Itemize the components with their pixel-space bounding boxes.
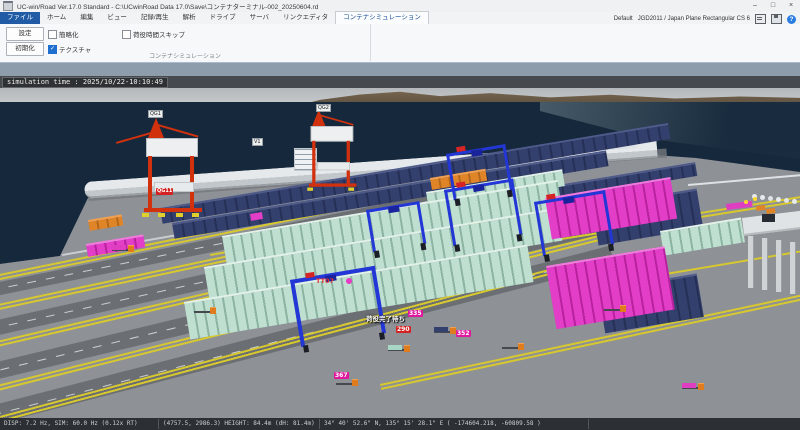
truck-id-badge: 335 [408, 310, 423, 317]
crane-foot [307, 188, 313, 191]
truck-status-label: 荷役完了待ち [366, 316, 405, 323]
terminal-truck [434, 326, 456, 334]
status-position-height: (4757.5, 2986.3) HEIGHT: 84.4m (dH: 81.4… [159, 419, 320, 429]
pier-vehicle [762, 214, 775, 222]
toolbar-band [0, 62, 800, 77]
quay-crane-right [304, 108, 361, 193]
crane-id-label: QG1 [148, 110, 163, 118]
checkbox-icon[interactable] [122, 30, 131, 39]
container-simulation-group: 設定 初期化 簡略化 ✓ テクスチャ 荷役時間スキップ コンテナシミュレーション [0, 24, 371, 61]
window-title: UC-win/Road Ver.17.0 Standard - C:\UCwin… [17, 1, 318, 11]
ribbon-panel: 設定 初期化 簡略化 ✓ テクスチャ 荷役時間スキップ コンテナシミュレーション [0, 24, 800, 63]
terminal-truck [388, 344, 410, 352]
pier-leg [776, 240, 782, 292]
pier-leg [748, 236, 754, 288]
coordinate-system-label: JGD2011 / Japan Plane Rectangular CS 6 [638, 16, 750, 22]
terminal-truck [336, 378, 358, 386]
crane-apex [312, 110, 325, 126]
help-icon[interactable]: ? [787, 15, 796, 24]
tab-server[interactable]: サーバ [243, 12, 276, 24]
crane-girder [317, 162, 350, 170]
keyboard-icon[interactable] [755, 14, 766, 24]
minimize-button[interactable]: – [746, 0, 764, 12]
truck-id-badge: 367 [334, 372, 349, 379]
terminal-truck [112, 244, 134, 252]
rtg-crane [534, 190, 614, 256]
pier-yellow-markers [744, 200, 748, 204]
quay-crane-left [138, 116, 208, 220]
status-bar: DISP: 7.2 Hz, SIM: 60.0 Hz (0.12x RT) (4… [0, 418, 800, 430]
crane-foot [142, 213, 149, 217]
terminal-truck [194, 306, 216, 314]
tab-record-play[interactable]: 記録/再生 [134, 12, 176, 24]
maximize-button[interactable]: □ [764, 0, 782, 12]
simulation-time-label: simulation time : 2025/10/22-10:10:49 [2, 77, 168, 88]
app-icon [3, 1, 13, 11]
crane-id-label: QG2 [316, 104, 331, 112]
rtg-crane [366, 201, 426, 252]
tab-link-editor[interactable]: リンクエディタ [276, 12, 335, 24]
tab-analysis[interactable]: 解析 [176, 12, 203, 24]
status-coordinates: 34° 40' 52.6" N, 135° 15' 28.1" E ( -174… [320, 419, 589, 429]
tab-container-simulation[interactable]: コンテナシミュレーション [335, 11, 429, 24]
crane-apex [148, 118, 164, 138]
crane-id-badge: QG11 [156, 188, 173, 195]
tab-edit[interactable]: 編集 [73, 12, 100, 24]
crane-sill [309, 183, 357, 186]
crane-foot [192, 213, 199, 217]
simulation-time-bar: simulation time : 2025/10/22-10:10:49 [0, 76, 800, 88]
truck-id-badge: 352 [456, 330, 471, 337]
simplify-checkbox[interactable]: 簡略化 [48, 29, 79, 39]
tab-home[interactable]: ホーム [40, 12, 73, 24]
save-icon[interactable] [771, 14, 782, 24]
simplify-label: 簡略化 [59, 29, 79, 39]
tab-file[interactable]: ファイル [0, 12, 40, 24]
crane-foot [158, 213, 165, 217]
rtg-crane [444, 178, 522, 246]
terminal-truck [682, 382, 704, 390]
crane-leg [312, 141, 315, 187]
quick-access-bar: Default JGD2011 / Japan Plane Rectangula… [614, 14, 800, 24]
checkbox-icon[interactable] [48, 30, 57, 39]
rtg-crane [290, 266, 386, 347]
crane-sill [144, 208, 202, 212]
crane-foot [348, 188, 354, 191]
ribbon-group-label: コンテナシミュレーション [0, 51, 370, 60]
crane-machine-house [146, 138, 198, 157]
window-controls: – □ × [746, 0, 800, 12]
pier-leg [762, 238, 768, 290]
3d-viewport[interactable]: QG1 QG2 QG11 V1 TT07 荷役完了待ち 290 335 352 … [0, 88, 800, 418]
crane-foot [176, 213, 183, 217]
truck-id-badge: 290 [396, 326, 411, 333]
status-framerate: DISP: 7.2 Hz, SIM: 60.0 Hz (0.12x RT) [0, 419, 159, 429]
rtg-status-dot [346, 278, 352, 284]
terminal-truck [604, 304, 626, 312]
settings-button[interactable]: 設定 [6, 27, 44, 41]
close-button[interactable]: × [782, 0, 800, 12]
tab-drive[interactable]: ドライブ [203, 12, 243, 24]
crane-leg [148, 156, 152, 212]
skip-handling-time-checkbox[interactable]: 荷役時間スキップ [122, 29, 185, 39]
profile-label: Default [614, 16, 633, 22]
terminal-truck [502, 342, 524, 350]
vessel-label: V1 [252, 138, 263, 146]
ribbon-tab-bar: ファイル ホーム 編集 ビュー 記録/再生 解析 ドライブ サーバ リンクエディ… [0, 12, 800, 24]
rtg-id-label: TT07 [316, 278, 334, 285]
pier-fenders [752, 194, 757, 199]
skip-handling-time-label: 荷役時間スキップ [133, 29, 185, 39]
crane-machine-house [311, 126, 354, 142]
pier-leg [790, 242, 796, 294]
tab-view[interactable]: ビュー [100, 12, 134, 24]
